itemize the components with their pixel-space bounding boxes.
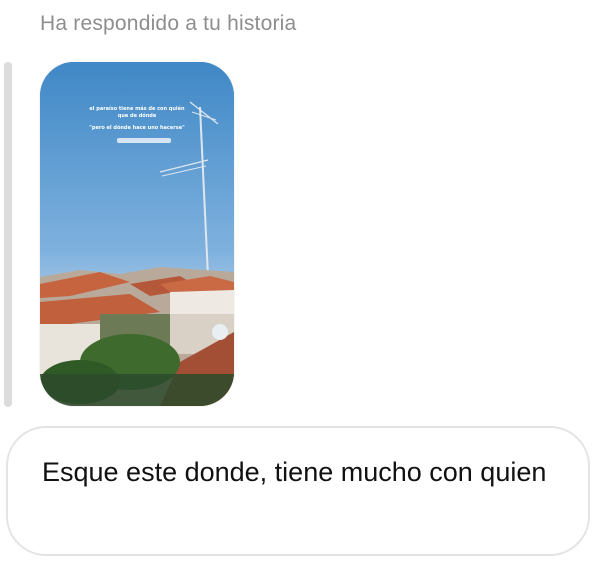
reply-quote-bar xyxy=(4,62,12,407)
message-text: Esque este donde, tiene mucho con quien xyxy=(42,457,547,487)
story-caption-line-3: "pero el dónde hace uno hacerse" xyxy=(89,125,185,131)
story-caption: el paraíso tiene más de con quién que de… xyxy=(40,106,234,132)
story-caption-line-1: el paraíso tiene más de con quién xyxy=(89,106,185,112)
story-thumbnail[interactable]: el paraíso tiene más de con quién que de… xyxy=(40,62,234,406)
chat-screen: Ha respondido a tu historia el paraíso t… xyxy=(0,0,602,566)
story-caption-line-2: que de dónde xyxy=(117,113,157,119)
message-bubble[interactable]: Esque este donde, tiene mucho con quien xyxy=(6,426,590,556)
story-reply-label: Ha respondido a tu historia xyxy=(40,12,297,35)
rooftops xyxy=(40,267,234,406)
story-mention-sticker xyxy=(117,138,171,143)
